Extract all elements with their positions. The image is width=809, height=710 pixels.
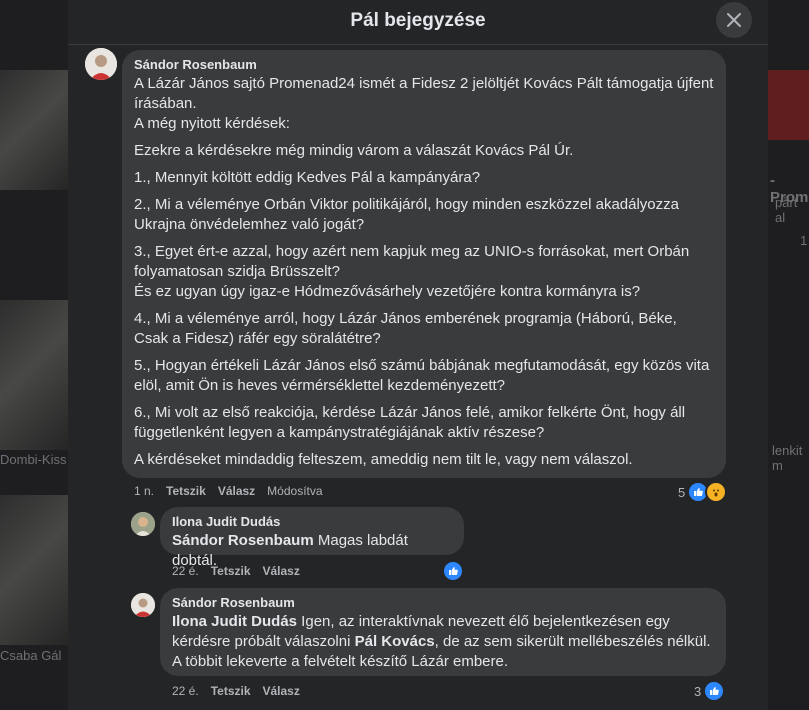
close-icon	[727, 13, 741, 27]
avatar[interactable]	[85, 48, 117, 80]
reply-button[interactable]: Válasz	[263, 564, 300, 578]
edited-label: Módosítva	[267, 484, 323, 498]
comment-line: A még nyitott kérdések:	[134, 115, 290, 132]
reaction-count: 3	[694, 683, 702, 699]
mention-link[interactable]: Sándor Rosenbaum	[172, 532, 314, 549]
comment-time[interactable]: 22 é.	[172, 684, 199, 698]
reaction-summary[interactable]	[442, 560, 464, 582]
comment-bubble: Sándor Rosenbaum Ilona Judit Dudás Igen,…	[160, 588, 726, 676]
background-photo	[0, 495, 68, 645]
post-modal: Pál bejegyzése Sándor Rosenbaum A Lázár …	[68, 0, 768, 710]
background-count: 1	[800, 233, 808, 248]
comment-actions: 22 é. Tetszik Válasz	[172, 684, 300, 698]
background-subtitle: pårt al	[775, 195, 798, 225]
comment-actions: 22 é. Tetszik Válasz	[172, 564, 300, 578]
comment-actions: 1 n. Tetszik Válasz Módosítva	[134, 484, 323, 498]
like-icon	[442, 560, 464, 582]
comment-line: 2., Mi a véleménye Orbán Viktor politiká…	[134, 196, 679, 233]
reply-button[interactable]: Válasz	[218, 484, 255, 498]
comment-time[interactable]: 22 é.	[172, 564, 199, 578]
comment-line: 3., Egyet ért-e azzal, hogy azért nem ka…	[134, 243, 690, 280]
comment-text-body: A többit lekeverte a felvételt készítő L…	[172, 653, 509, 670]
like-icon	[703, 680, 726, 702]
avatar[interactable]	[131, 512, 155, 536]
background-photo	[0, 70, 68, 190]
like-button[interactable]: Tetszik	[211, 564, 251, 578]
comment-line: 6., Mi volt az első reakciója, kérdése L…	[134, 404, 686, 441]
reaction-summary[interactable]: 3	[694, 680, 726, 702]
reaction-count: 5	[678, 484, 686, 500]
comment-line: A Lázár János sajtó Promenad24 ismét a F…	[134, 75, 714, 112]
comment-author[interactable]: Sándor Rosenbaum	[172, 595, 714, 611]
background-name: Dombi-Kiss	[0, 452, 67, 467]
comment-bubble: Sándor Rosenbaum A Lázár János sajtó Pro…	[122, 50, 726, 478]
mention-link[interactable]: Ilona Judit Dudás	[172, 613, 297, 630]
reply-button[interactable]: Válasz	[263, 684, 300, 698]
reaction-summary[interactable]: 5	[678, 481, 728, 503]
comment-text-body: , de az sem sikerült mellébeszélés nélkü…	[434, 633, 711, 650]
modal-title: Pál bejegyzése	[350, 10, 486, 31]
wow-icon	[705, 481, 728, 503]
background-name: Csaba Gál	[0, 648, 62, 663]
background-photo	[0, 300, 68, 450]
mention-link[interactable]: Pál Kovács	[355, 633, 435, 650]
close-button[interactable]	[716, 2, 752, 38]
comment-line: 4., Mi a véleménye arról, hogy Lázár Ján…	[134, 310, 677, 347]
avatar[interactable]	[131, 593, 155, 617]
comment-line: Ezekre a kérdésekre még mindig várom a v…	[134, 142, 574, 159]
comment-line: 5., Hogyan értékeli Lázár János első szá…	[134, 357, 710, 394]
like-button[interactable]: Tetszik	[211, 684, 251, 698]
comment-line: 1., Mennyit költött eddig Kedves Pál a k…	[134, 169, 481, 186]
comment-text: Ilona Judit Dudás Igen, az interaktívnak…	[172, 612, 714, 652]
comment-author[interactable]: Ilona Judit Dudás	[172, 514, 452, 530]
comment-time[interactable]: 1 n.	[134, 484, 154, 498]
comment-line: És ez ugyan úgy igaz-e Hódmezővásárhely …	[134, 283, 641, 300]
like-button[interactable]: Tetszik	[166, 484, 206, 498]
background-banner	[768, 70, 809, 140]
comment-bubble: Ilona Judit Dudás Sándor Rosenbaum Magas…	[160, 507, 464, 569]
modal-header: Pál bejegyzése	[68, 0, 768, 45]
comment-line: A kérdéseket mindaddig felteszem, ameddi…	[134, 451, 633, 468]
comment-author[interactable]: Sándor Rosenbaum	[134, 57, 714, 73]
background-text: lenkit m	[772, 443, 803, 473]
